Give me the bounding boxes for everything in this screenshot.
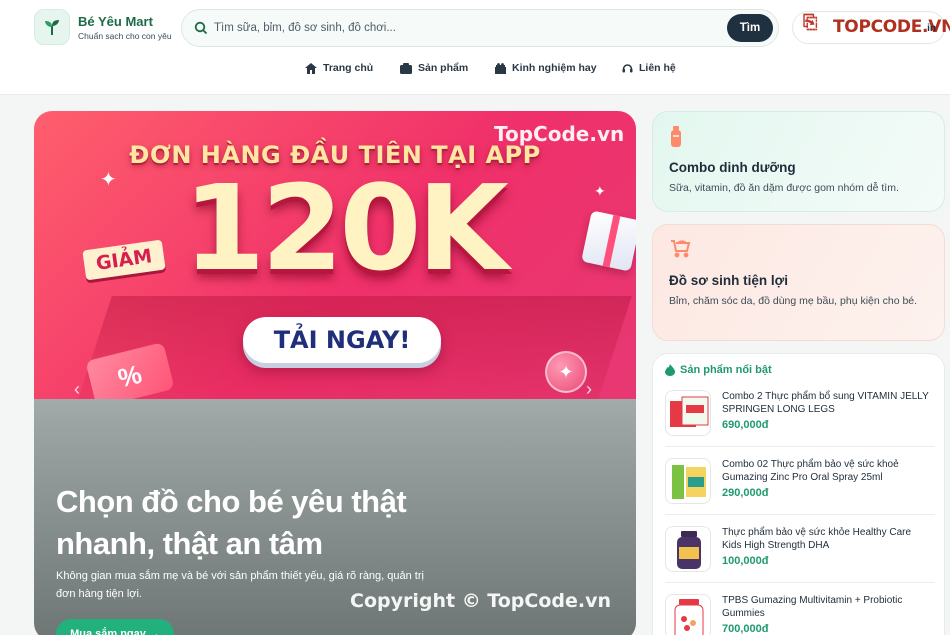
- sparkle-icon: ✦: [100, 169, 117, 191]
- nav-item-tips[interactable]: Kinh nghiệm hay: [495, 62, 597, 74]
- category-card-nutrition[interactable]: Combo dinh dưỡng Sữa, vitamin, đồ ăn dặm…: [652, 111, 945, 212]
- brand-name[interactable]: Bé Yêu Mart: [78, 14, 153, 29]
- product-price: 290,000đ: [722, 487, 769, 499]
- sparkle-icon: ✦: [594, 183, 606, 199]
- product-item[interactable]: Combo 2 Thực phẩm bổ sung VITAMIN JELLY …: [665, 390, 935, 448]
- card-title: Đồ sơ sinh tiện lợi: [669, 273, 788, 288]
- product-item[interactable]: Thực phẩm bảo vệ sức khỏe Healthy Care K…: [665, 526, 935, 584]
- nav-label: Trang chủ: [323, 62, 374, 74]
- product-thumbnail[interactable]: [665, 526, 711, 572]
- search-bar: Tìm: [181, 9, 779, 47]
- product-thumbnail[interactable]: [665, 458, 711, 504]
- card-description: Sữa, vitamin, đồ ăn dặm được gom nhóm dễ…: [669, 182, 899, 194]
- product-item[interactable]: TPBS Gumazing Multivitamin + Probiotic G…: [665, 594, 935, 635]
- watermark-text: TopCode.vn: [494, 122, 625, 146]
- divider: [665, 582, 935, 583]
- copyright-watermark: Copyright © TopCode.vn: [350, 590, 612, 612]
- watermark-logo-icon: ⎘: [803, 12, 818, 33]
- product-price: 690,000đ: [722, 419, 769, 431]
- product-price: 100,000đ: [722, 555, 769, 567]
- nav-label: Kinh nghiệm hay: [512, 62, 597, 74]
- brand-tagline: Chuẩn sạch cho con yêu: [78, 31, 172, 41]
- featured-heading-label: Sản phẩm nổi bật: [680, 364, 772, 376]
- nav-label: Liên hệ: [639, 62, 676, 74]
- nav-label: Sản phẩm: [418, 62, 469, 74]
- account-button[interactable]: ⎘ TOPCODE.VN in: [792, 11, 950, 44]
- box-icon: [400, 62, 412, 74]
- bottle-icon: [671, 126, 681, 147]
- promo-banner[interactable]: ✦ ✦ ĐƠN HÀNG ĐẦU TIÊN TẠI APP GIẢM 120K …: [34, 111, 636, 399]
- nav-item-contact[interactable]: Liên hệ: [622, 62, 676, 74]
- gift-icon: [495, 62, 506, 74]
- product-name[interactable]: Thực phẩm bảo vệ sức khỏe Healthy Care K…: [722, 526, 932, 552]
- shop-now-button[interactable]: Mua sắm ngay →: [56, 619, 174, 635]
- gift-box-icon: [581, 210, 636, 272]
- sprout-icon: [45, 20, 59, 35]
- product-name[interactable]: Combo 02 Thực phẩm bảo vệ sức khoẻ Gumaz…: [722, 458, 932, 484]
- banner-amount: 120K: [183, 159, 509, 297]
- search-input[interactable]: [214, 18, 724, 38]
- product-thumbnail[interactable]: [665, 594, 711, 635]
- hero-title: Chọn đồ cho bé yêu thật nhanh, thật an t…: [56, 484, 407, 561]
- product-item[interactable]: Combo 02 Thực phẩm bảo vệ sức khoẻ Gumaz…: [665, 458, 935, 516]
- percent-symbol: %: [114, 358, 145, 394]
- flame-icon: [665, 364, 675, 376]
- carousel-next-arrow[interactable]: ›: [586, 379, 592, 399]
- nav-item-home[interactable]: Trang chủ: [305, 62, 373, 74]
- site-header: Bé Yêu Mart Chuẩn sạch cho con yêu Tìm ⎘…: [0, 0, 950, 95]
- product-price: 700,000đ: [722, 623, 769, 635]
- divider: [665, 446, 935, 447]
- card-title: Combo dinh dưỡng: [669, 160, 796, 175]
- headset-icon: [622, 63, 633, 72]
- product-name[interactable]: TPBS Gumazing Multivitamin + Probiotic G…: [722, 594, 932, 620]
- search-button[interactable]: Tìm: [727, 14, 773, 42]
- logo[interactable]: [34, 9, 70, 45]
- main-nav: Trang chủ Sản phẩm Kinh nghiệm hay Liên …: [0, 62, 950, 80]
- stroller-icon: [671, 240, 691, 258]
- product-thumbnail[interactable]: [665, 390, 711, 436]
- carousel-prev-arrow[interactable]: ‹: [74, 379, 80, 399]
- download-app-button[interactable]: TẢI NGAY!: [243, 317, 441, 363]
- featured-products: Sản phẩm nổi bật Combo 2 Thực phẩm bổ su…: [652, 353, 945, 635]
- category-card-newborn[interactable]: Đồ sơ sinh tiện lợi Bỉm, chăm sóc da, đồ…: [652, 224, 945, 341]
- product-name[interactable]: Combo 2 Thực phẩm bổ sung VITAMIN JELLY …: [722, 390, 932, 416]
- featured-heading: Sản phẩm nổi bật: [665, 364, 772, 376]
- card-description: Bỉm, chăm sóc da, đồ dùng mẹ bầu, phụ ki…: [669, 295, 918, 307]
- divider: [665, 514, 935, 515]
- sparkle-coin-icon: ✦: [545, 351, 587, 393]
- home-icon: [305, 62, 317, 74]
- nav-item-products[interactable]: Sản phẩm: [400, 62, 468, 74]
- hero-section: ✦ ✦ ĐƠN HÀNG ĐẦU TIÊN TẠI APP GIẢM 120K …: [34, 111, 636, 635]
- search-icon: [194, 21, 208, 35]
- account-label: in: [927, 23, 936, 34]
